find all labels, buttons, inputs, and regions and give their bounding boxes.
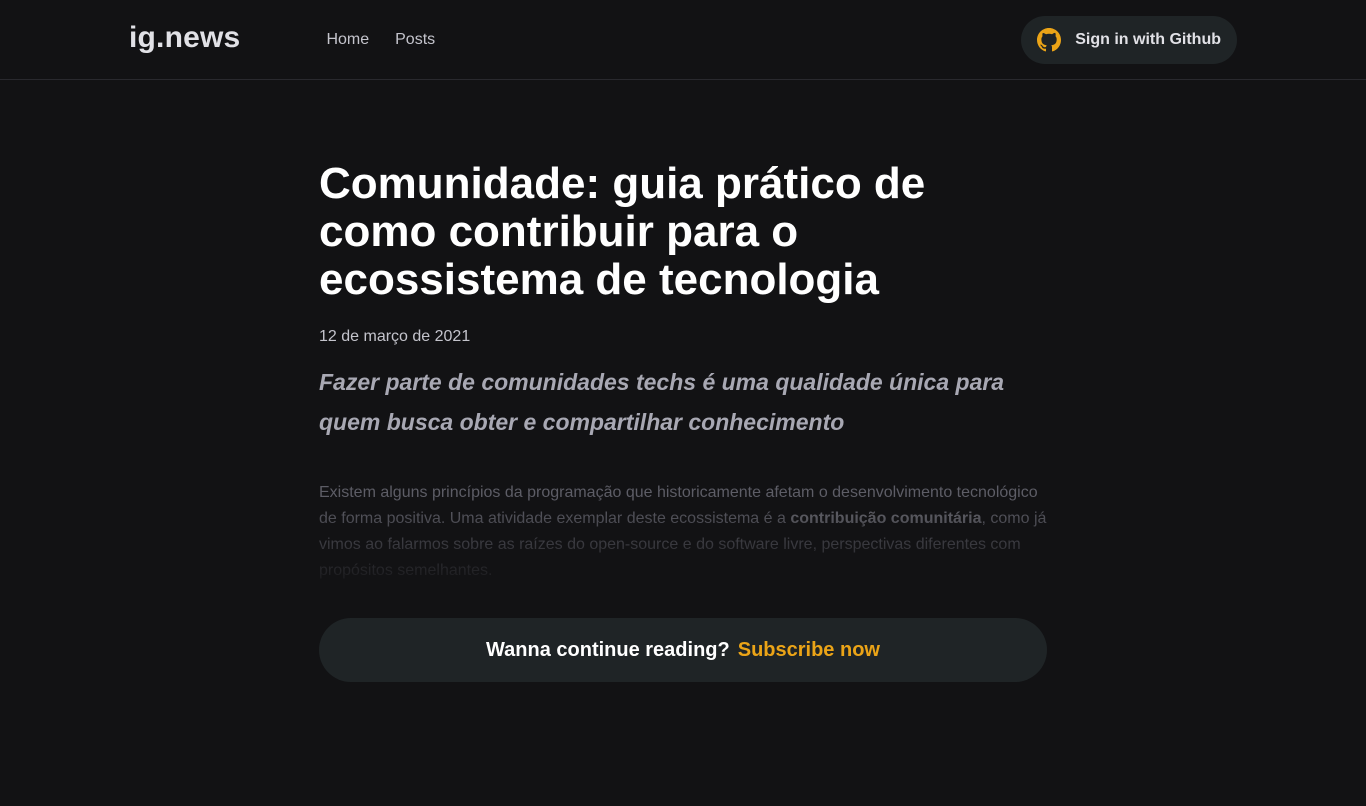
main-nav: Home Posts <box>326 0 435 80</box>
preview-text-end: , como já vimos ao falarmos sobre as raí… <box>319 510 1047 579</box>
article-date: 12 de março de 2021 <box>319 328 471 345</box>
preview-text-start: Existem alguns princípios da programação… <box>319 484 1038 527</box>
signin-github-button[interactable]: Sign in with Github <box>1021 16 1237 64</box>
article-title: Comunidade: guia prático de como contrib… <box>319 159 926 304</box>
nav-posts-link[interactable]: Posts <box>395 0 435 80</box>
site-logo[interactable]: ig.news <box>129 21 240 55</box>
article-lead: Fazer parte de comunidades techs é uma q… <box>319 369 1005 435</box>
article-preview: Existem alguns princípios da programação… <box>319 480 1047 584</box>
continue-reading-banner: Wanna continue reading? Subscribe now <box>319 618 1047 682</box>
signin-label: Sign in with Github <box>1075 31 1221 48</box>
article-main: Comunidade: guia prático de como contrib… <box>319 80 1047 682</box>
github-icon <box>1037 28 1062 52</box>
subscribe-now-link[interactable]: Subscribe now <box>738 639 880 662</box>
header-inner: ig.news Home Posts Sign in with Github <box>129 0 1237 80</box>
nav-home-link[interactable]: Home <box>326 0 369 80</box>
site-header: ig.news Home Posts Sign in with Github <box>0 0 1366 80</box>
continue-reading-text: Wanna continue reading? <box>486 638 730 661</box>
preview-bold: contribuição comunitária <box>790 510 982 527</box>
